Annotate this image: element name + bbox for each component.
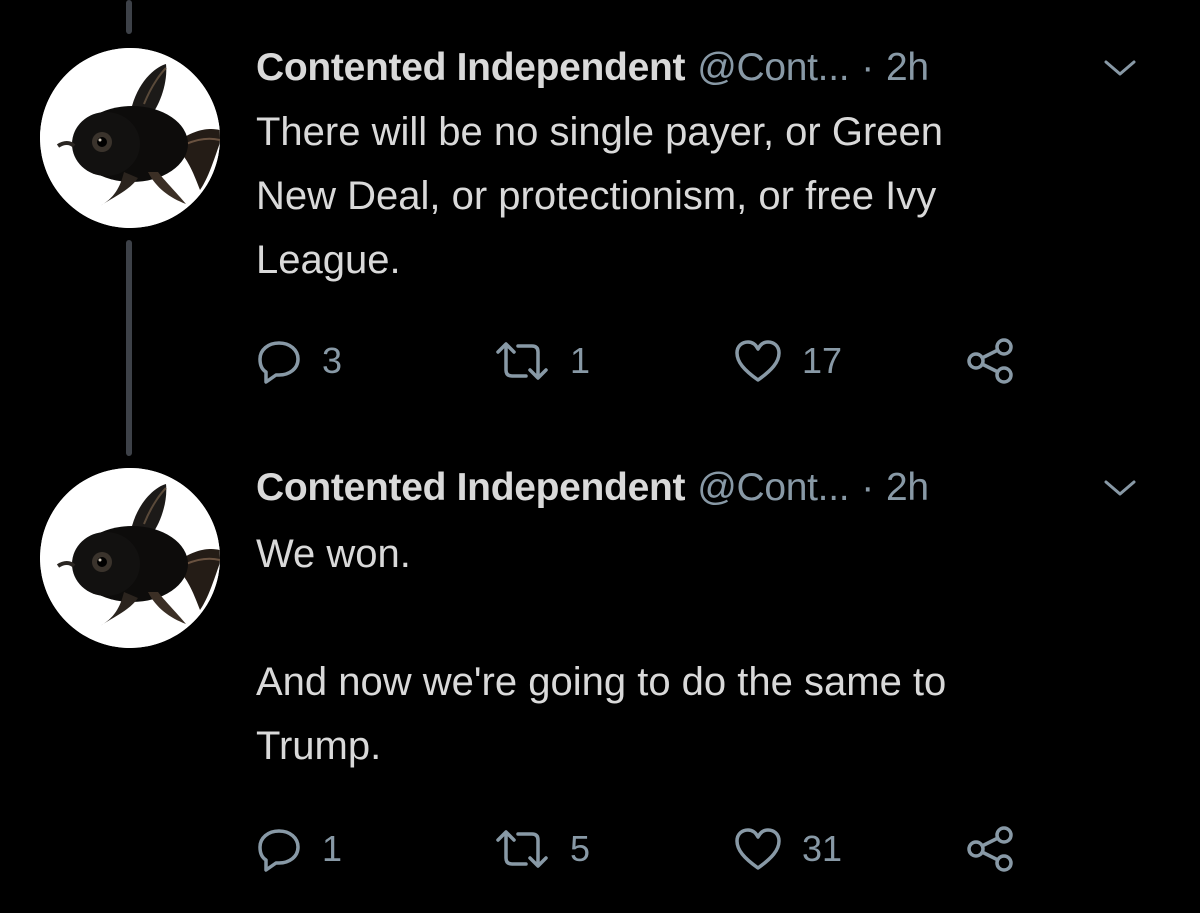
tweet-text: There will be no single payer, or Green … bbox=[256, 110, 944, 282]
reply-icon bbox=[258, 829, 300, 872]
avatar[interactable] bbox=[40, 468, 220, 648]
handle[interactable]: @Cont... bbox=[697, 46, 849, 90]
retweet-count: 1 bbox=[570, 340, 591, 381]
more-options-button[interactable] bbox=[1100, 54, 1140, 82]
goldfish-avatar-image bbox=[40, 48, 220, 228]
retweet-button[interactable]: 1 bbox=[494, 336, 590, 386]
tweet-actions: 1 5 31 bbox=[256, 824, 1056, 874]
tweet-header: Contented Independent @Cont... · 2h bbox=[256, 40, 929, 96]
like-count: 17 bbox=[802, 340, 843, 381]
timestamp[interactable]: 2h bbox=[886, 46, 929, 90]
handle[interactable]: @Cont... bbox=[697, 466, 849, 510]
heart-icon bbox=[735, 340, 781, 382]
retweet-icon bbox=[496, 342, 548, 380]
share-icon bbox=[967, 338, 1013, 384]
reply-button[interactable]: 3 bbox=[256, 336, 342, 386]
timestamp[interactable]: 2h bbox=[886, 466, 929, 510]
like-button[interactable]: 17 bbox=[734, 336, 842, 386]
like-button[interactable]: 31 bbox=[734, 824, 842, 874]
like-count: 31 bbox=[802, 828, 843, 869]
tweet-header: Contented Independent @Cont... · 2h bbox=[256, 460, 929, 516]
share-button[interactable] bbox=[966, 824, 1016, 874]
share-button[interactable] bbox=[966, 336, 1016, 386]
chevron-down-icon bbox=[1104, 60, 1136, 76]
tweet-text: We won. And now we're going to do the sa… bbox=[256, 532, 947, 768]
avatar[interactable] bbox=[40, 48, 220, 228]
chevron-down-icon bbox=[1104, 480, 1136, 496]
retweet-icon bbox=[496, 830, 548, 868]
retweet-button[interactable]: 5 bbox=[494, 824, 590, 874]
separator-dot: · bbox=[861, 46, 874, 89]
display-name[interactable]: Contented Independent bbox=[256, 46, 685, 90]
reply-count: 3 bbox=[322, 340, 343, 381]
tweet[interactable]: Contented Independent @Cont... · 2h We w… bbox=[0, 460, 1200, 900]
heart-icon bbox=[735, 828, 781, 870]
reply-button[interactable]: 1 bbox=[256, 824, 342, 874]
reply-count: 1 bbox=[322, 828, 343, 869]
display-name[interactable]: Contented Independent bbox=[256, 466, 685, 510]
tweet[interactable]: Contented Independent @Cont... · 2h Ther… bbox=[0, 40, 1200, 420]
thread-line-top bbox=[126, 0, 132, 34]
tweet-actions: 3 1 17 bbox=[256, 336, 1056, 386]
share-icon bbox=[967, 826, 1013, 872]
goldfish-avatar-image bbox=[40, 468, 220, 648]
separator-dot: · bbox=[861, 466, 874, 509]
reply-icon bbox=[258, 341, 300, 384]
more-options-button[interactable] bbox=[1100, 474, 1140, 502]
retweet-count: 5 bbox=[570, 828, 591, 869]
